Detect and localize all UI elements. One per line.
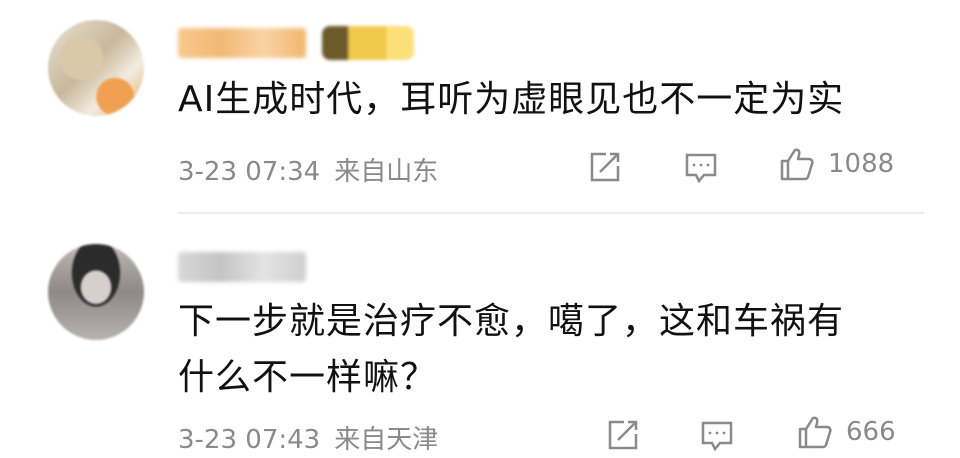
like-icon (796, 413, 834, 451)
avatar[interactable] (48, 20, 144, 116)
share-icon (586, 148, 624, 186)
comment-meta: 3-23 07:34 来自山东 (178, 151, 438, 188)
divider (178, 212, 924, 214)
comment-time: 3-23 07:34 (178, 157, 321, 187)
comment-meta: 3-23 07:43 来自天津 (178, 419, 438, 456)
comment-text: AI生成时代，耳听为虚眼见也不一定为实 (178, 79, 845, 120)
comment-location: 来自天津 (334, 425, 439, 455)
like-count: 666 (846, 417, 896, 447)
comment-time: 3-23 07:43 (178, 425, 321, 455)
reply-button[interactable] (698, 416, 736, 454)
username-blurred[interactable] (178, 252, 306, 282)
like-button[interactable]: 666 (796, 413, 896, 451)
share-button[interactable] (604, 416, 642, 454)
comment-location: 来自山东 (334, 157, 439, 187)
share-icon (604, 416, 642, 454)
like-button[interactable]: 1088 (778, 145, 894, 183)
like-count: 1088 (828, 149, 895, 179)
reply-button[interactable] (682, 148, 720, 186)
reply-icon (682, 148, 720, 186)
username-blurred[interactable] (178, 28, 306, 58)
comment-text: 下一步就是治疗不愈，噶了，这和车祸有什么不一样嘛？ (178, 301, 845, 398)
avatar[interactable] (48, 244, 144, 340)
reply-icon (698, 416, 736, 454)
member-badge (322, 26, 414, 60)
share-button[interactable] (586, 148, 624, 186)
like-icon (778, 145, 816, 183)
